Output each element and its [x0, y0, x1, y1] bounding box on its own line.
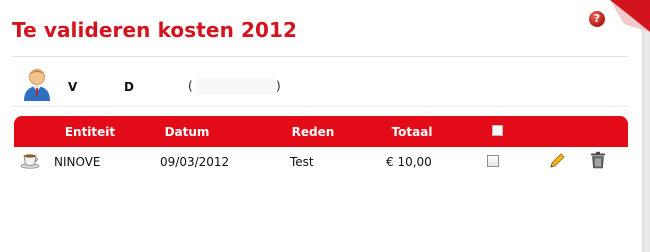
- table-header: Entiteit Datum Reden Totaal: [14, 116, 628, 147]
- cell-datum: 09/03/2012: [160, 155, 230, 169]
- column-header-totaal[interactable]: Totaal: [388, 125, 436, 139]
- page-curl-icon: [610, 0, 650, 32]
- cell-reden: Test: [290, 155, 314, 169]
- select-all-checkbox[interactable]: [492, 125, 503, 136]
- coffee-cup-icon: [20, 154, 40, 169]
- cell-entiteit: NINOVE: [54, 155, 101, 169]
- column-header-reden[interactable]: Reden: [290, 125, 336, 139]
- user-first-initial: V: [68, 80, 78, 94]
- user-paren-close: ): [276, 79, 281, 93]
- column-header-entiteit[interactable]: Entiteit: [60, 125, 120, 139]
- table-row: NINOVE 09/03/2012 Test € 10,00: [14, 147, 628, 175]
- row-select-checkbox[interactable]: [487, 155, 499, 167]
- user-avatar-icon: [24, 69, 50, 101]
- title-divider: [12, 56, 628, 57]
- column-header-datum[interactable]: Datum: [162, 125, 212, 139]
- user-id-placeholder: [196, 78, 276, 94]
- help-icon[interactable]: ?: [589, 11, 605, 27]
- expenses-panel: Te valideren kosten 2012 ? V D ( ) Entit…: [0, 0, 650, 252]
- user-divider: [12, 106, 628, 107]
- user-last-initial: D: [124, 80, 134, 94]
- trash-icon[interactable]: [590, 151, 606, 169]
- page-title: Te valideren kosten 2012: [12, 18, 298, 42]
- user-paren-open: (: [188, 79, 193, 93]
- user-info: V D ( ): [22, 68, 622, 104]
- cell-totaal: € 10,00: [386, 155, 432, 169]
- pencil-icon[interactable]: [548, 152, 566, 170]
